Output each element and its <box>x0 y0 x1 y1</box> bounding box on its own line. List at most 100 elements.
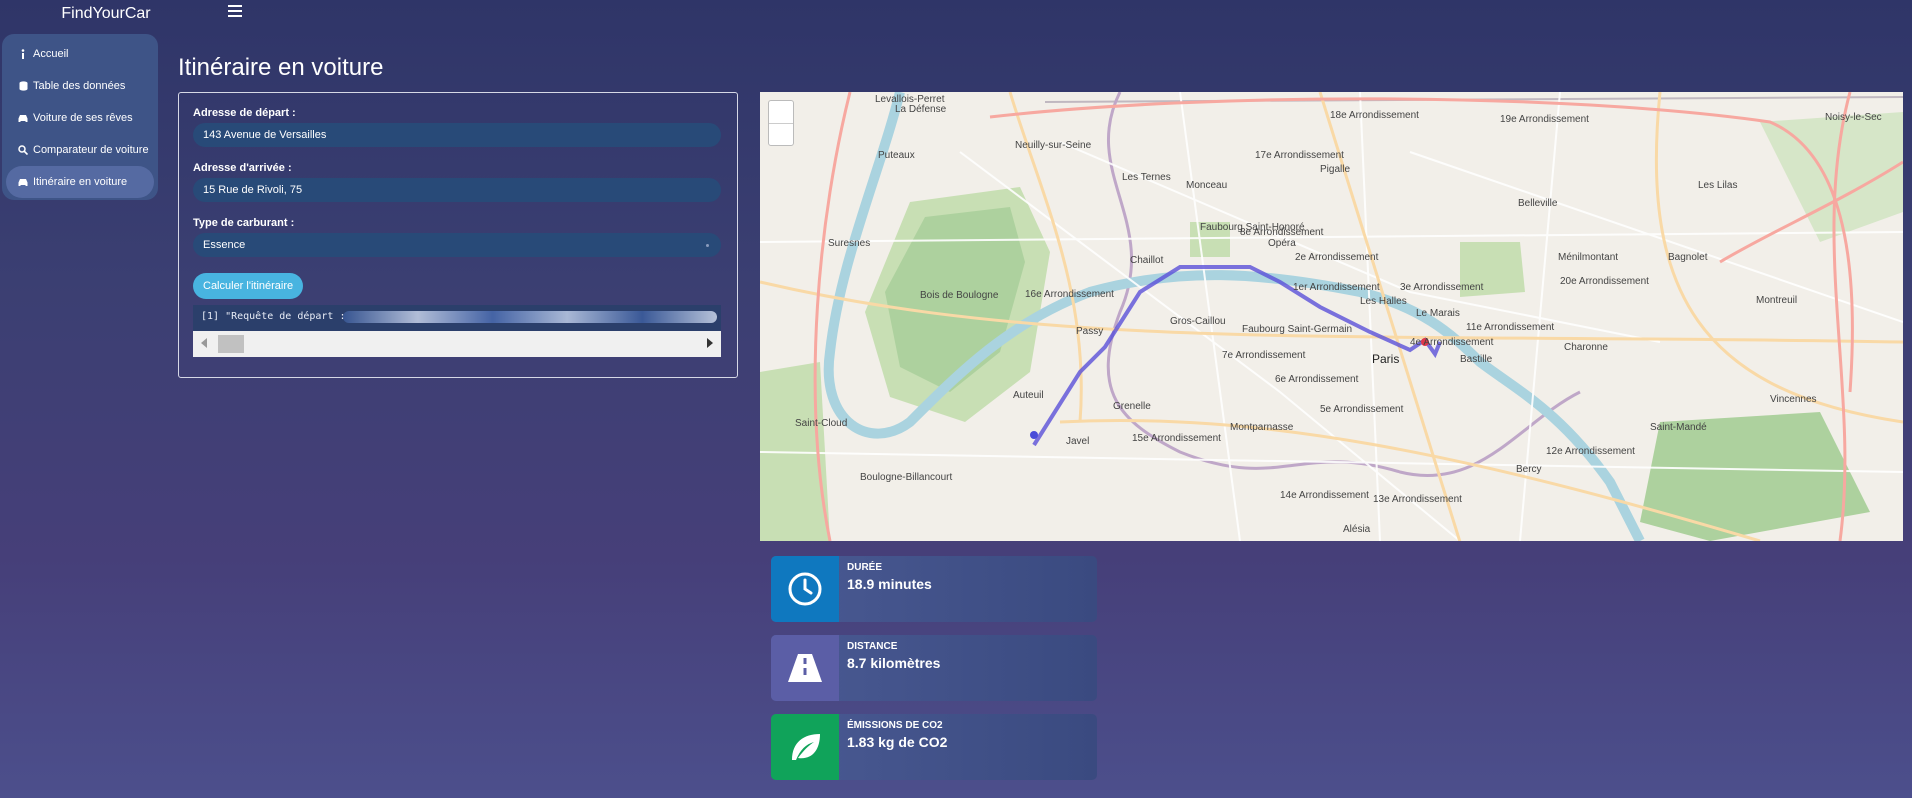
map-label: Opéra <box>1268 238 1296 249</box>
map-label: Vincennes <box>1770 394 1817 405</box>
end-address-input[interactable]: 15 Rue de Rivoli, 75 <box>193 178 721 202</box>
map-label: 18e Arrondissement <box>1330 110 1419 121</box>
map-label: 4e Arrondissement <box>1410 337 1494 348</box>
map-label: Montreuil <box>1756 295 1798 306</box>
map-label: Grenelle <box>1113 401 1151 412</box>
sidebar-item-label: Accueil <box>33 48 69 60</box>
map-label: Noisy-le-Sec <box>1825 112 1882 123</box>
map-label: 5e Arrondissement <box>1320 404 1404 415</box>
sidebar-item-label: Table des données <box>33 80 126 92</box>
stat-value: 8.7 kilomètres <box>847 655 941 671</box>
map-label: 20e Arrondissement <box>1560 276 1649 287</box>
map-label: 14e Arrondissement <box>1280 490 1369 501</box>
console-text: [1] "Requête de départ : <box>201 311 346 322</box>
search-icon <box>18 145 28 155</box>
console-output: [1] "Requête de départ : <box>193 305 721 357</box>
map-label: Suresnes <box>828 238 871 249</box>
map-label: Le Marais <box>1416 308 1460 319</box>
map-label: 2e Arrondissement <box>1295 252 1379 263</box>
car-icon <box>18 177 28 187</box>
map-label: Monceau <box>1186 180 1228 191</box>
map-label: Montparnasse <box>1230 422 1294 433</box>
road-icon <box>771 635 839 701</box>
sidebar-item-itineraire[interactable]: Itinéraire en voiture <box>6 166 154 198</box>
stat-value: 1.83 kg de CO2 <box>847 734 948 750</box>
sidebar-item-label: Voiture de ses rêves <box>33 112 133 124</box>
map-label: Neuilly-sur-Seine <box>1015 140 1092 151</box>
clock-icon <box>771 556 839 622</box>
sidebar-item-table[interactable]: Table des données <box>6 70 154 102</box>
map-label: Bagnolet <box>1668 252 1708 263</box>
sidebar-item-accueil[interactable]: Accueil <box>6 38 154 70</box>
fuel-type-select[interactable]: Essence <box>193 233 721 257</box>
map-label: 7e Arrondissement <box>1222 350 1306 361</box>
map-label: 15e Arrondissement <box>1132 433 1221 444</box>
map-label: Bois de Boulogne <box>920 290 999 301</box>
zoom-in-button[interactable] <box>769 101 793 123</box>
menu-toggle-icon[interactable] <box>228 4 242 18</box>
map-label: Ménilmontant <box>1558 252 1619 263</box>
database-icon <box>18 81 28 91</box>
route-map[interactable]: Levallois-Perret La Défense Neuilly-sur-… <box>760 92 1903 541</box>
sidebar-item-label: Comparateur de voiture <box>33 144 149 156</box>
map-label: 11e Arrondissement <box>1466 322 1555 333</box>
sidebar-item-voiture[interactable]: Voiture de ses rêves <box>6 102 154 134</box>
map-label: Chaillot <box>1130 255 1164 266</box>
map-label: Belleville <box>1518 198 1558 209</box>
map-label: Saint-Mandé <box>1650 422 1707 433</box>
map-label: 13e Arrondissement <box>1373 494 1462 505</box>
map-label: Charonne <box>1564 342 1608 353</box>
map-label: 16e Arrondissement <box>1025 289 1114 300</box>
stat-value: 18.9 minutes <box>847 576 932 592</box>
map-label: Pigalle <box>1320 164 1351 175</box>
map-label: 17e Arrondissement <box>1255 150 1344 161</box>
distance-stat-box: DISTANCE 8.7 kilomètres <box>771 635 1097 701</box>
map-label: Gros-Caillou <box>1170 316 1226 327</box>
map-label: Paris <box>1372 352 1400 366</box>
zoom-out-button[interactable] <box>769 122 793 146</box>
map-label: 6e Arrondissement <box>1275 374 1359 385</box>
map-label: Auteuil <box>1013 390 1044 401</box>
sidebar-item-label: Itinéraire en voiture <box>33 176 128 188</box>
info-icon <box>18 49 28 59</box>
brand-title: FindYourCar <box>61 5 151 22</box>
horizontal-scrollbar[interactable] <box>193 331 721 357</box>
map-label: Saint-Cloud <box>795 418 848 429</box>
stat-label: DISTANCE <box>847 641 898 652</box>
map-label: Faubourg Saint-Honoré <box>1200 222 1305 233</box>
start-address-label: Adresse de départ : <box>193 107 296 119</box>
map-label: Les Lilas <box>1698 180 1738 191</box>
scroll-left-icon[interactable] <box>201 338 207 348</box>
stat-label: ÉMISSIONS DE CO2 <box>847 720 943 731</box>
page-title: Itinéraire en voiture <box>178 54 384 81</box>
car-icon <box>18 113 28 123</box>
map-label: Faubourg Saint-Germain <box>1242 324 1353 335</box>
map-label: Bercy <box>1516 464 1542 475</box>
sidebar: Accueil Table des données Voiture de ses… <box>2 34 158 200</box>
map-zoom-control <box>768 100 794 146</box>
emissions-stat-box: ÉMISSIONS DE CO2 1.83 kg de CO2 <box>771 714 1097 780</box>
map-label: Boulogne-Billancourt <box>860 472 953 483</box>
start-address-input[interactable]: 143 Avenue de Versailles <box>193 123 721 147</box>
map-label: Les Ternes <box>1122 172 1171 183</box>
map-label: Passy <box>1076 326 1104 337</box>
stat-label: DURÉE <box>847 562 883 573</box>
fuel-type-label: Type de carburant : <box>193 217 295 229</box>
map-label: Bastille <box>1460 354 1493 365</box>
scroll-right-icon[interactable] <box>707 338 713 348</box>
calculate-route-button[interactable]: Calculer l'itinéraire <box>193 273 304 299</box>
sidebar-item-comparateur[interactable]: Comparateur de voiture <box>6 134 154 166</box>
map-label: Puteaux <box>878 150 915 161</box>
map-label: 1er Arrondissement <box>1293 282 1380 293</box>
map-label: 12e Arrondissement <box>1546 446 1635 457</box>
console-redacted-text <box>343 311 717 323</box>
duration-stat-box: DURÉE 18.9 minutes <box>771 556 1097 622</box>
map-label: Alésia <box>1343 524 1371 535</box>
scrollbar-thumb[interactable] <box>218 335 244 353</box>
route-form-panel: Adresse de départ : 143 Avenue de Versai… <box>178 92 738 378</box>
map-label: Les Halles <box>1360 296 1407 307</box>
map-label: Javel <box>1066 436 1090 447</box>
map-label: 3e Arrondissement <box>1400 282 1484 293</box>
map-label: 19e Arrondissement <box>1500 114 1589 125</box>
end-address-label: Adresse d'arrivée : <box>193 162 292 174</box>
